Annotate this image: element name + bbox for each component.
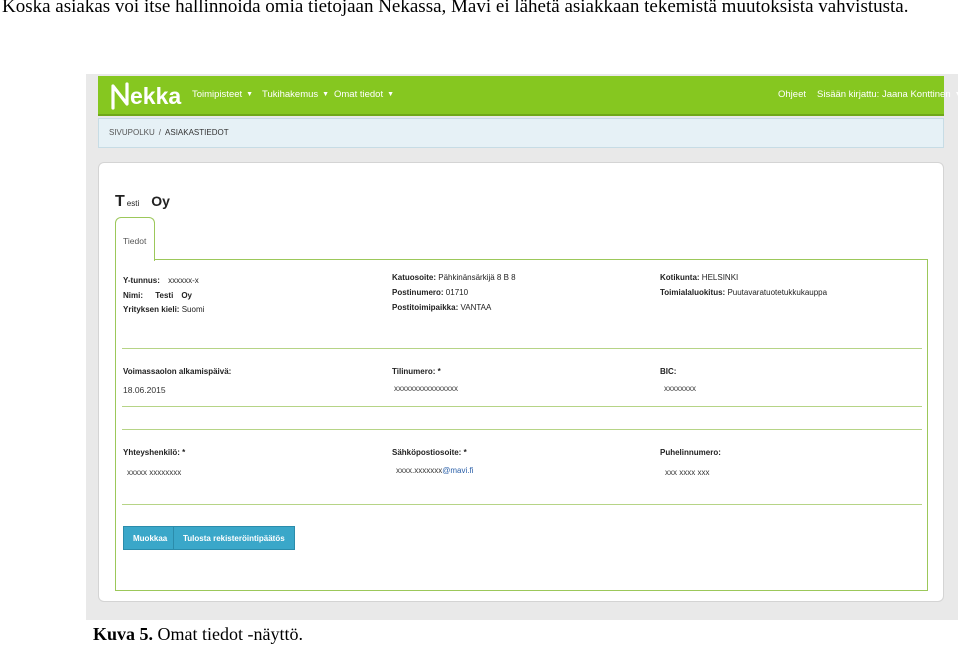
tiedot-tab-panel: Y-tunnus: xxxxxx-x Nimi: Testi Oy Yrityks…	[115, 259, 928, 591]
caption-text: Omat tiedot -näyttö.	[157, 624, 303, 644]
voimassa-label: Voimassaolon alkamispäivä:	[123, 367, 232, 376]
tilinumero-value: xxxxxxxxxxxxxxxx	[394, 384, 458, 393]
ytunnus-row: Y-tunnus: xxxxxx-x	[123, 276, 199, 285]
nekka-logo[interactable]: ekka	[110, 80, 181, 112]
sahkoposti-label: Sähköpostiosoite: *	[392, 448, 467, 457]
figure-caption: Kuva 5. Omat tiedot -näyttö.	[93, 624, 303, 645]
company-title: Testi Oy	[115, 193, 170, 211]
email-domain-link[interactable]: @mavi.fi	[442, 466, 473, 475]
breadcrumb: Sivupolku / Asiakastiedot	[98, 118, 944, 148]
postinumero-value: 01710	[445, 288, 469, 297]
katuosoite-value: Pähkinänsärkijä 8 B 8	[438, 273, 516, 282]
sahkoposti-value: xxxx.xxxxxxx@mavi.fi	[396, 466, 474, 475]
postinumero-row: Postinumero: 01710	[392, 288, 469, 297]
puhelin-value: xxx xxxx xxx	[665, 468, 710, 477]
breadcrumb-current: Asiakastiedot	[165, 128, 229, 137]
nav-user-menu[interactable]: Sisään kirjattu: Jaana Konttinen▼	[817, 89, 958, 100]
nimi-row: Nimi: Testi Oy	[123, 291, 192, 300]
muokkaa-button[interactable]: Muokkaa	[123, 526, 178, 550]
postitoimipaikka-row: Postitoimipaikka: VANTAA	[392, 303, 492, 312]
screenshot-frame: ekka Toimipisteet ▼ Tukihakemus ▼ Omat tie…	[86, 74, 958, 620]
kieli-row: Yrityksen kieli: Suomi	[123, 305, 205, 314]
tilinumero-label: Tilinumero: *	[392, 367, 441, 376]
tulosta-rekisterointipaatos-button[interactable]: Tulosta rekisteröintipäätös	[173, 526, 295, 550]
ytunnus-value: xxxxxx-x	[168, 276, 199, 285]
section-divider	[122, 504, 922, 505]
section-divider	[122, 429, 922, 430]
nekka-n-logo-icon	[111, 82, 129, 110]
kotikunta-row: Kotikunta: HELSINKI	[660, 273, 739, 282]
postitoimipaikka-value: VANTAA	[460, 303, 492, 312]
nav-ohjeet[interactable]: Ohjeet	[778, 89, 806, 100]
company-name-initial: T	[115, 193, 125, 210]
section-divider	[122, 406, 922, 407]
caret-down-icon: ▼	[955, 91, 958, 98]
company-name-rest: esti	[126, 199, 140, 208]
intro-paragraph: Koska asiakas voi itse hallinnoida omia …	[2, 0, 909, 17]
caret-down-icon: ▼	[387, 91, 395, 98]
nav-toimipisteet[interactable]: Toimipisteet ▼	[192, 89, 253, 100]
breadcrumb-separator: /	[158, 128, 162, 137]
top-navbar: ekka Toimipisteet ▼ Tukihakemus ▼ Omat tie…	[98, 76, 958, 116]
nimi-value: Testi	[155, 291, 174, 300]
caret-down-icon: ▼	[322, 91, 330, 98]
customer-panel: Testi Oy Tiedot Y-tunnus: xxxxxx-x Nimi: …	[98, 162, 944, 602]
section-divider	[122, 348, 922, 349]
puhelin-label: Puhelinnumero:	[660, 448, 721, 457]
voimassa-value: 18.06.2015	[123, 385, 166, 395]
tab-tiedot[interactable]: Tiedot	[115, 217, 155, 261]
yhteyshenkilo-label: Yhteyshenkilö: *	[123, 448, 186, 457]
caret-down-icon: ▼	[246, 91, 254, 98]
kieli-value: Suomi	[181, 305, 205, 314]
logo-text: ekka	[130, 82, 182, 109]
nimi-suffix: Oy	[181, 291, 192, 300]
nav-omat-tiedot[interactable]: Omat tiedot ▼	[334, 89, 394, 100]
nav-tukihakemus[interactable]: Tukihakemus ▼	[262, 89, 329, 100]
bic-label: BIC:	[660, 367, 677, 376]
company-name-suffix: Oy	[151, 193, 170, 209]
katuosoite-row: Katuosoite: Pähkinänsärkijä 8 B 8	[392, 273, 516, 282]
toimiala-value: Puutavaratuotetukkukauppa	[727, 288, 828, 297]
breadcrumb-root[interactable]: Sivupolku	[109, 128, 155, 137]
toimiala-row: Toimialaluokitus: Puutavaratuotetukkukau…	[660, 288, 828, 297]
bic-value: xxxxxxxx	[664, 384, 696, 393]
kotikunta-value: HELSINKI	[701, 273, 739, 282]
caption-label: Kuva 5.	[93, 624, 154, 644]
yhteyshenkilo-value: xxxxx xxxxxxxx	[127, 468, 182, 477]
